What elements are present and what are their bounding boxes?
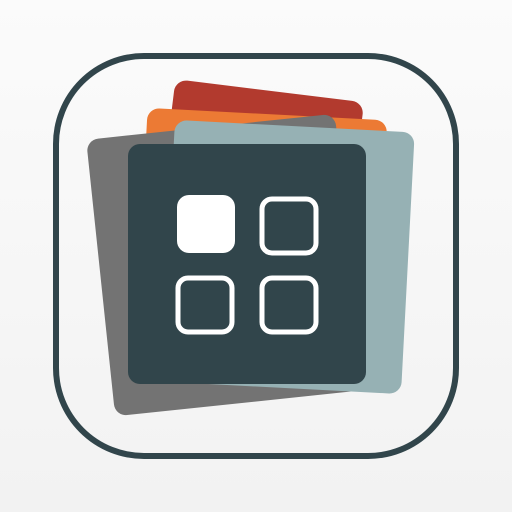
card-front-dark <box>128 144 366 384</box>
tile-top-left <box>177 195 235 253</box>
app-switcher-icon <box>53 53 459 459</box>
app-icon-canvas <box>0 0 512 512</box>
